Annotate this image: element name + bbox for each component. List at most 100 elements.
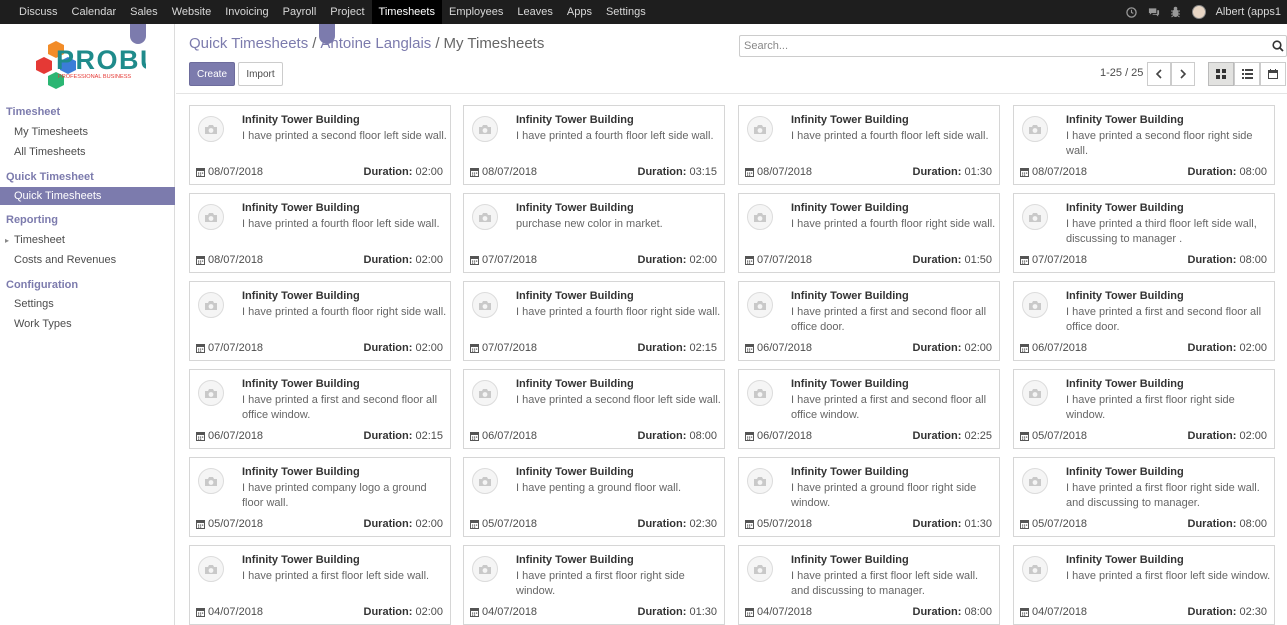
card-date-value: 05/07/2018 <box>482 518 538 530</box>
sidebar-item-work-types[interactable]: Work Types <box>14 318 72 330</box>
timesheet-card[interactable]: Infinity Tower Building I have printed a … <box>463 281 725 361</box>
menu-payroll[interactable]: Payroll <box>276 0 324 24</box>
list-view-button[interactable] <box>1234 62 1260 86</box>
svg-text:PROFESSIONAL BUSINESS: PROFESSIONAL BUSINESS <box>58 74 131 80</box>
timesheet-card[interactable]: Infinity Tower Building I have printed a … <box>189 369 451 449</box>
timesheet-card[interactable]: Infinity Tower Building I have printed a … <box>1013 457 1275 537</box>
timesheet-card[interactable]: Infinity Tower Building I have printed a … <box>189 105 451 185</box>
timesheet-card[interactable]: Infinity Tower Building I have printed a … <box>738 105 1000 185</box>
card-date-value: 08/07/2018 <box>208 166 264 178</box>
pager-previous-button[interactable] <box>1147 62 1171 86</box>
timesheet-card[interactable]: Infinity Tower Building I have penting a … <box>463 457 725 537</box>
timesheet-card[interactable]: Infinity Tower Building I have printed a … <box>738 193 1000 273</box>
menu-leaves[interactable]: Leaves <box>510 0 559 24</box>
timesheet-card[interactable]: Infinity Tower Building I have printed a … <box>189 545 451 625</box>
duration-label: Duration: <box>363 166 413 178</box>
card-duration-value: 02:00 <box>415 166 443 178</box>
pager-value[interactable]: 1-25 / 25 <box>1100 67 1143 79</box>
card-date: 08/07/2018 <box>745 166 812 178</box>
chat-icon[interactable] <box>1148 6 1160 18</box>
timesheet-card[interactable]: Infinity Tower Building I have printed a … <box>1013 281 1275 361</box>
timesheet-card[interactable]: Infinity Tower Building I have printed a … <box>738 281 1000 361</box>
menu-settings[interactable]: Settings <box>599 0 653 24</box>
search-input[interactable] <box>740 36 1260 56</box>
timesheet-card[interactable]: Infinity Tower Building I have printed a … <box>738 545 1000 625</box>
timesheet-card[interactable]: Infinity Tower Building I have printed a … <box>1013 545 1275 625</box>
timesheet-card[interactable]: Infinity Tower Building I have printed a … <box>189 281 451 361</box>
create-button[interactable]: Create <box>189 62 235 86</box>
menu-calendar[interactable]: Calendar <box>65 0 124 24</box>
card-date: 05/07/2018 <box>196 518 263 530</box>
timesheet-card[interactable]: Infinity Tower Building I have printed a … <box>1013 105 1275 185</box>
card-duration: Duration: 02:00 <box>364 606 443 618</box>
duration-label: Duration: <box>363 430 413 442</box>
camera-icon <box>198 204 224 230</box>
calendar-view-button[interactable] <box>1260 62 1286 86</box>
card-title: Infinity Tower Building <box>791 378 909 390</box>
menu-apps[interactable]: Apps <box>560 0 599 24</box>
search-icon[interactable] <box>1272 40 1284 55</box>
card-date: 08/07/2018 <box>470 166 537 178</box>
card-date: 05/07/2018 <box>1020 518 1087 530</box>
sidebar-item-costs-revenues[interactable]: Costs and Revenues <box>14 254 116 266</box>
card-date: 04/07/2018 <box>196 606 263 618</box>
clock-icon[interactable] <box>1126 6 1138 18</box>
sidebar-item-timesheet[interactable]: Timesheet <box>14 234 65 246</box>
card-duration: Duration: 02:00 <box>638 254 717 266</box>
timesheet-card[interactable]: Infinity Tower Building I have printed a … <box>1013 193 1275 273</box>
menu-discuss[interactable]: Discuss <box>12 0 65 24</box>
duration-label: Duration: <box>637 430 687 442</box>
card-duration-value: 08:00 <box>1239 518 1267 530</box>
duration-label: Duration: <box>637 606 687 618</box>
card-footer: 06/07/2018 Duration: 02:25 <box>745 430 992 442</box>
timesheet-card[interactable]: Infinity Tower Building I have printed a … <box>463 369 725 449</box>
card-duration: Duration: 03:15 <box>638 166 717 178</box>
timesheet-card[interactable]: Infinity Tower Building I have printed a … <box>1013 369 1275 449</box>
card-footer: 04/07/2018 Duration: 02:30 <box>1020 606 1267 618</box>
card-duration-value: 02:25 <box>964 430 992 442</box>
calendar-icon <box>745 344 754 353</box>
calendar-icon <box>745 520 754 529</box>
menu-sales[interactable]: Sales <box>123 0 165 24</box>
calendar-icon <box>196 168 205 177</box>
import-button[interactable]: Import <box>238 62 283 86</box>
card-description: I have printed a ground floor right side… <box>791 482 977 509</box>
timesheet-card[interactable]: Infinity Tower Building I have printed a … <box>463 105 725 185</box>
duration-label: Duration: <box>1187 166 1237 178</box>
sidebar-item-quick-timesheets[interactable]: Quick Timesheets <box>0 187 175 205</box>
card-date: 04/07/2018 <box>470 606 537 618</box>
card-description: I have printed a second floor left side … <box>242 130 447 142</box>
menu-timesheets[interactable]: Timesheets <box>371 0 442 24</box>
timesheet-card[interactable]: Infinity Tower Building I have printed co… <box>189 457 451 537</box>
calendar-icon <box>745 608 754 617</box>
pager-next-button[interactable] <box>1171 62 1195 86</box>
menu-website[interactable]: Website <box>165 0 219 24</box>
camera-icon <box>747 380 773 406</box>
user-avatar[interactable] <box>1191 5 1206 19</box>
sidebar-item-my-timesheets[interactable]: My Timesheets <box>14 126 88 138</box>
breadcrumb-quick-timesheets[interactable]: Quick Timesheets <box>189 35 308 52</box>
sidebar-item-settings[interactable]: Settings <box>14 298 54 310</box>
bug-icon[interactable] <box>1170 6 1182 18</box>
kanban-view-button[interactable] <box>1208 62 1234 86</box>
card-duration: Duration: 02:15 <box>364 430 443 442</box>
card-title: Infinity Tower Building <box>1066 202 1184 214</box>
timesheet-card[interactable]: Infinity Tower Building I have printed a … <box>463 545 725 625</box>
timesheet-card[interactable]: Infinity Tower Building I have printed a … <box>189 193 451 273</box>
card-date: 05/07/2018 <box>470 518 537 530</box>
menu-employees[interactable]: Employees <box>442 0 510 24</box>
card-title: Infinity Tower Building <box>242 554 360 566</box>
menu-invoicing[interactable]: Invoicing <box>218 0 275 24</box>
timesheet-card[interactable]: Infinity Tower Building I have printed a … <box>738 369 1000 449</box>
card-footer: 06/07/2018 Duration: 02:00 <box>1020 342 1267 354</box>
app-menu: Discuss Calendar Sales Website Invoicing… <box>0 0 653 24</box>
user-name[interactable]: Albert (apps1 <box>1216 6 1281 18</box>
duration-label: Duration: <box>912 254 962 266</box>
card-footer: 06/07/2018 Duration: 02:15 <box>196 430 443 442</box>
timesheet-card[interactable]: Infinity Tower Building purchase new colo… <box>463 193 725 273</box>
calendar-icon <box>745 432 754 441</box>
sidebar-item-all-timesheets[interactable]: All Timesheets <box>14 146 86 158</box>
card-footer: 04/07/2018 Duration: 01:30 <box>470 606 717 618</box>
timesheet-card[interactable]: Infinity Tower Building I have printed a … <box>738 457 1000 537</box>
menu-project[interactable]: Project <box>323 0 371 24</box>
